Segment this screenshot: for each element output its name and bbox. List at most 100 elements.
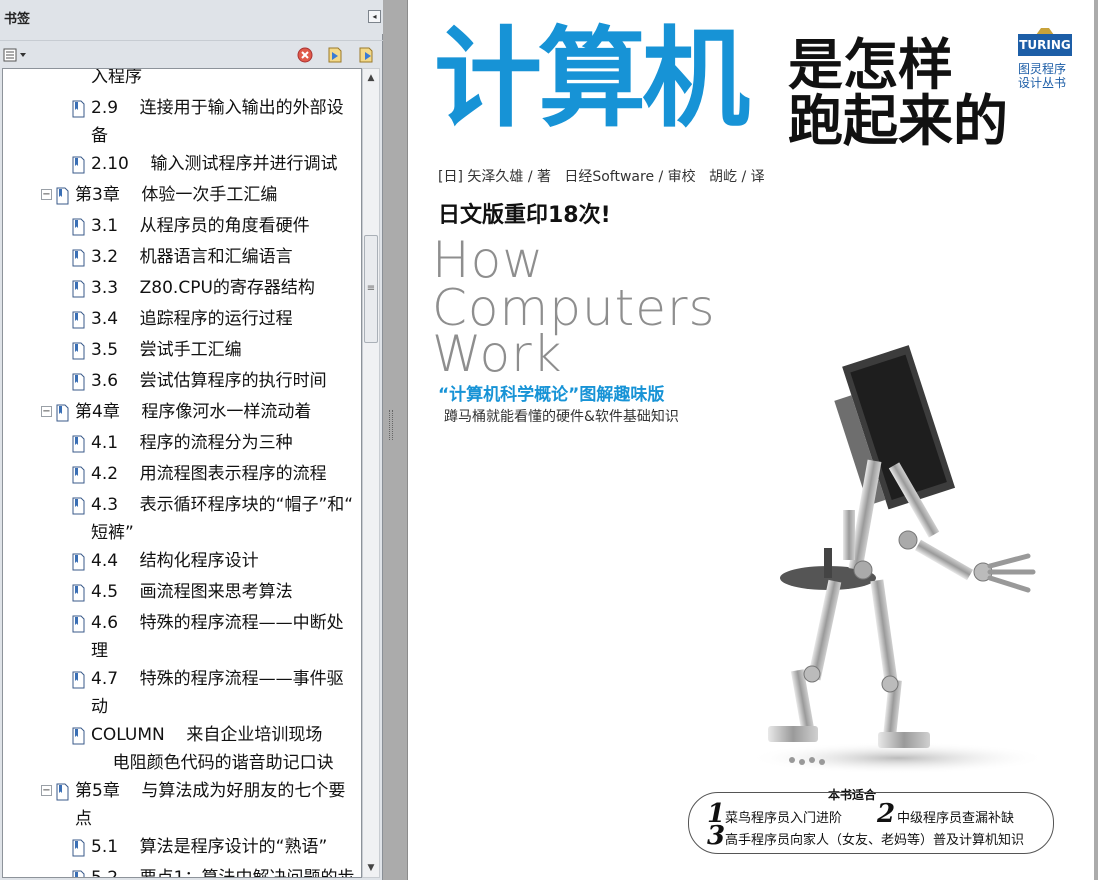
bookmark-icon — [55, 782, 70, 801]
bookmark-label: 入程序 — [91, 68, 142, 87]
bookmark-icon — [71, 726, 86, 745]
audience-item-1: 菜鸟程序员入门进阶 — [725, 811, 843, 826]
cover-subtitle: “计算机科学概论”图解趣味版 — [438, 385, 665, 405]
bookmark-item[interactable]: 5.2 要点1：算法中解决问题的步 — [3, 864, 361, 877]
bookmark-icon — [71, 310, 86, 329]
bookmark-item[interactable]: 5.1 算法是程序设计的“熟语” — [3, 833, 361, 864]
bookmark-item[interactable]: 2.9 连接用于输入输出的外部设备 — [3, 94, 361, 150]
collapse-toggle-icon[interactable]: − — [41, 406, 52, 417]
author-line: [日] 矢泽久雄 / 著 日经Software / 审校 胡屹 / 译 — [438, 169, 765, 185]
bookmark-label-continued: 理 — [91, 641, 108, 661]
bookmark-icon — [71, 279, 86, 298]
bookmark-label-continued: 短裤” — [91, 523, 134, 543]
bookmark-icon — [71, 155, 86, 174]
cover-title-black-line-1: 是怎样 — [788, 33, 954, 97]
bookmark-item[interactable]: 入程序 — [3, 68, 361, 94]
bookmark-icon — [71, 217, 86, 236]
bookmark-label: 第4章 程序像河水一样流动着 — [75, 402, 312, 422]
expand-bookmark-button[interactable] — [325, 46, 345, 64]
collapse-toggle-icon[interactable]: − — [41, 189, 52, 200]
bookmark-item[interactable]: 4.5 画流程图来思考算法 — [3, 578, 361, 609]
document-page: 计算机 是怎样 跑起来的 TURING 图灵程序 设计丛书 [日] 矢泽久雄 /… — [407, 0, 1094, 880]
collapse-panel-button[interactable]: ◂ — [368, 10, 381, 23]
bookmark-label: 4.4 结构化程序设计 — [91, 551, 259, 571]
bookmark-expand-icon — [328, 47, 342, 63]
bookmark-item[interactable]: − 第5章 与算法成为好朋友的七个要点 — [3, 777, 361, 833]
bookmark-item[interactable]: − 第4章 程序像河水一样流动着 — [3, 398, 361, 429]
bookmark-icon — [71, 670, 86, 689]
bookmark-label: 2.10 输入测试程序并进行调试 — [91, 154, 338, 174]
new-bookmark-button[interactable] — [356, 46, 376, 64]
new-bookmark-icon — [359, 47, 373, 63]
bookmarks-panel-header: 书签 ◂ — [0, 0, 383, 34]
bookmark-label: 3.6 尝试估算程序的执行时间 — [91, 371, 327, 391]
bookmark-icon — [71, 869, 86, 877]
bookmark-item[interactable]: 3.2 机器语言和汇编语言 — [3, 243, 361, 274]
bookmark-label: 3.5 尝试手工汇编 — [91, 340, 242, 360]
bookmark-label: 4.7 特殊的程序流程——事件驱 — [91, 669, 344, 689]
bookmark-label-continued: 电阻颜色代码的谐音助记口诀 — [91, 753, 334, 773]
bookmark-label: 4.3 表示循环程序块的“帽子”和“ — [91, 495, 354, 515]
scroll-down-button[interactable]: ▼ — [363, 859, 379, 877]
bookmark-label: 第3章 体验一次手工汇编 — [75, 185, 278, 205]
bookmark-tree[interactable]: 入程序 2.9 连接用于输入输出的外部设备 2.10 输入测试程序并进行调试 − 第3章… — [2, 68, 362, 878]
bookmark-icon — [71, 583, 86, 602]
bookmark-label: COLUMN 来自企业培训现场 — [91, 725, 323, 745]
audience-number-2: 2 — [877, 799, 896, 829]
bookmark-item[interactable]: 4.6 特殊的程序流程——中断处理 — [3, 609, 361, 665]
bookmark-icon — [71, 838, 86, 857]
bookmark-item[interactable]: 3.5 尝试手工汇编 — [3, 336, 361, 367]
audience-number-3: 3 — [707, 821, 726, 851]
robot-illustration — [748, 345, 1048, 774]
bookmark-label: 3.4 追踪程序的运行过程 — [91, 309, 293, 329]
reprint-banner: 日文版重印18次! — [438, 203, 611, 228]
bookmark-label-continued: 备 — [91, 126, 108, 146]
bookmark-icon — [55, 186, 70, 205]
bookmark-icon — [71, 552, 86, 571]
bookmark-label-continued: 动 — [91, 697, 108, 717]
cover-title-blue: 计算机 — [434, 17, 750, 142]
bookmark-icon — [71, 434, 86, 453]
bookmark-item[interactable]: − 第3章 体验一次手工汇编 — [3, 181, 361, 212]
bookmark-icon — [71, 99, 86, 118]
delete-icon — [297, 47, 313, 63]
bookmark-item[interactable]: 4.4 结构化程序设计 — [3, 547, 361, 578]
bookmark-item[interactable]: 4.1 程序的流程分为三种 — [3, 429, 361, 460]
bookmark-icon — [71, 248, 86, 267]
bookmark-item[interactable]: 4.3 表示循环程序块的“帽子”和“ 短裤” — [3, 491, 361, 547]
bookmark-item[interactable]: 3.4 追踪程序的运行过程 — [3, 305, 361, 336]
panel-splitter[interactable] — [384, 0, 406, 880]
bookmark-label: 3.2 机器语言和汇编语言 — [91, 247, 293, 267]
audience-item-2: 中级程序员查漏补缺 — [897, 811, 1015, 826]
bookmarks-panel: 书签 ◂ 入程序 2.9 连接用于输入输出的外部设 备 2.10 输入测试程序并… — [0, 0, 383, 880]
splitter-grip[interactable] — [389, 410, 393, 440]
collapse-toggle-icon[interactable]: − — [41, 785, 52, 796]
publisher-logo: TURING — [1018, 34, 1072, 56]
bookmark-label: 2.9 连接用于输入输出的外部设 — [91, 98, 344, 118]
bookmark-item[interactable]: 4.2 用流程图表示程序的流程 — [3, 460, 361, 491]
bookmark-label: 第5章 与算法成为好朋友的七个要 — [75, 781, 346, 801]
bookmark-icon — [71, 372, 86, 391]
audience-item-3: 高手程序员向家人（女友、老妈等）普及计算机知识 — [725, 833, 1025, 848]
audience-box: 1 菜鸟程序员入门进阶 2 中级程序员查漏补缺 3 高手程序员向家人（女友、老妈… — [688, 792, 1054, 854]
bookmark-item[interactable]: 2.10 输入测试程序并进行调试 — [3, 150, 361, 181]
options-menu-button[interactable] — [2, 46, 30, 64]
bookmark-item[interactable]: 4.7 特殊的程序流程——事件驱动 — [3, 665, 361, 721]
english-title-line-3: Work — [432, 325, 563, 383]
bookmark-icon — [71, 465, 86, 484]
delete-bookmark-button[interactable] — [296, 46, 314, 64]
bookmark-icon — [71, 614, 86, 633]
bookmark-icon — [71, 496, 86, 515]
bookmark-label: 3.3 Z80.CPU的寄存器结构 — [91, 278, 315, 298]
bookmark-item[interactable]: COLUMN 来自企业培训现场 电阻颜色代码的谐音助记口诀 — [3, 721, 361, 777]
scroll-thumb[interactable]: ≡ — [364, 235, 378, 343]
bookmark-label: 5.1 算法是程序设计的“熟语” — [91, 837, 328, 857]
bookmark-scrollbar[interactable]: ▲ ≡ ▼ — [362, 68, 380, 878]
bookmark-item[interactable]: 3.1 从程序员的角度看硬件 — [3, 212, 361, 243]
scroll-up-button[interactable]: ▲ — [363, 69, 379, 87]
bookmark-icon — [55, 403, 70, 422]
cover-title-black-line-2: 跑起来的 — [788, 89, 1009, 153]
options-icon — [3, 48, 26, 62]
bookmark-item[interactable]: 3.6 尝试估算程序的执行时间 — [3, 367, 361, 398]
bookmark-item[interactable]: 3.3 Z80.CPU的寄存器结构 — [3, 274, 361, 305]
